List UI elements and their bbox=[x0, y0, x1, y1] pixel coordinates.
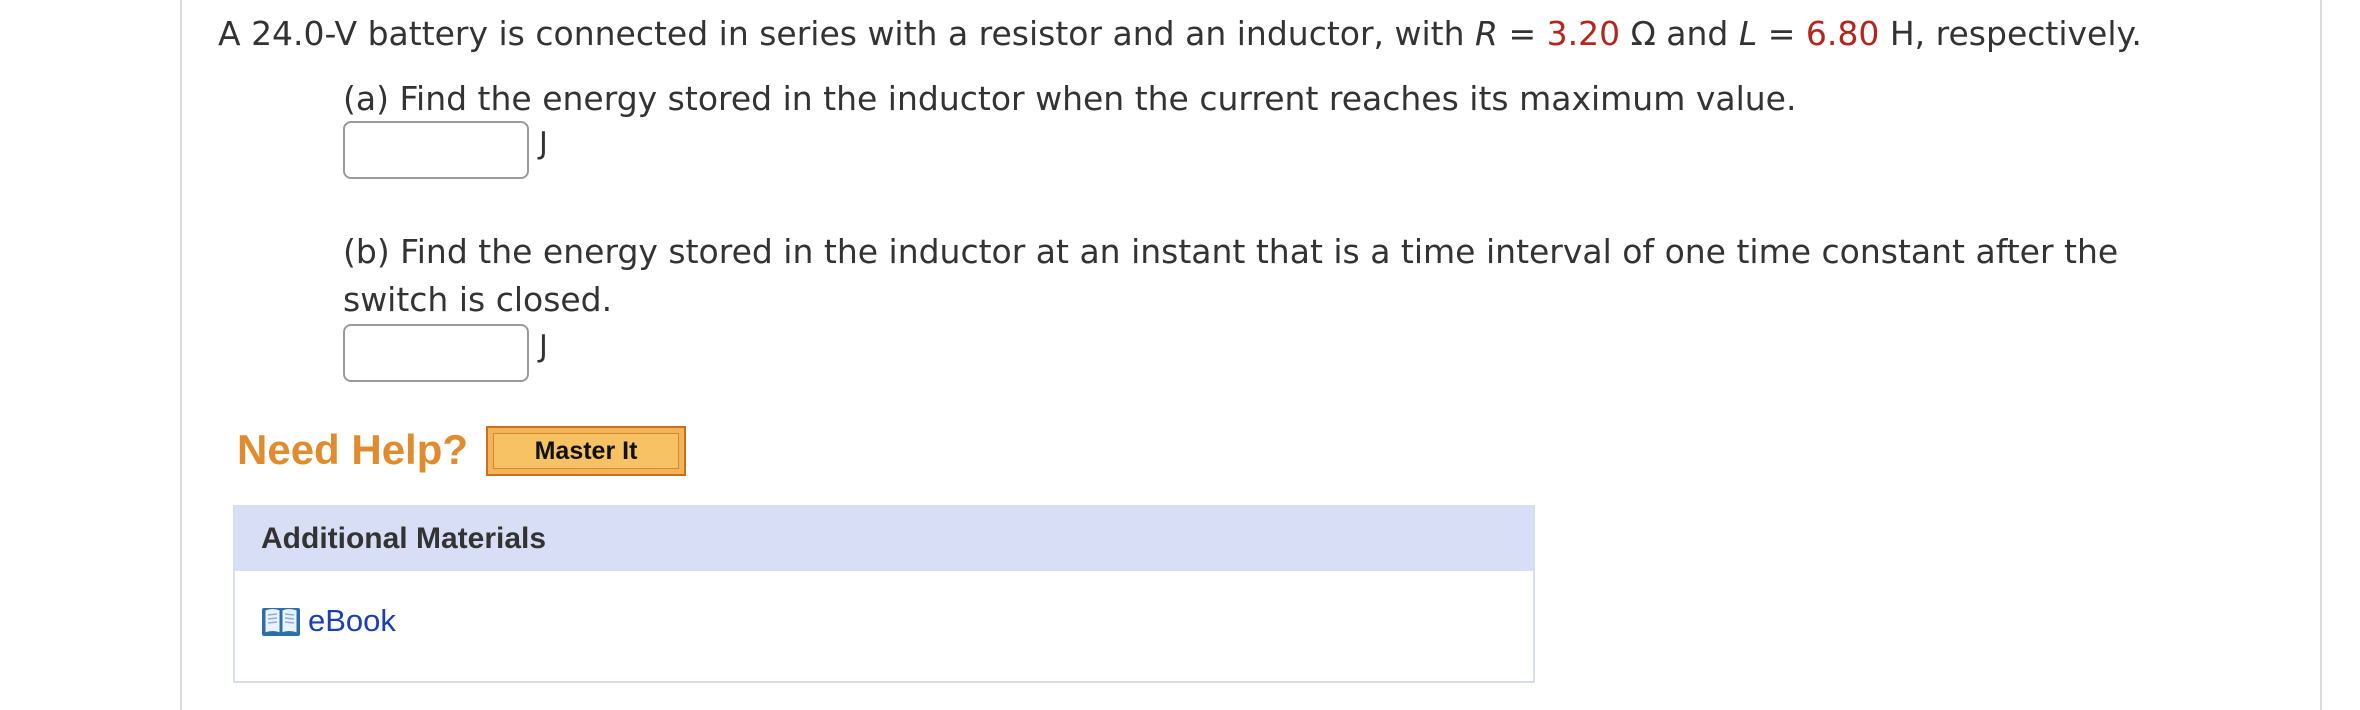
part-b-unit: J bbox=[539, 329, 548, 364]
part-a-answer-input[interactable] bbox=[343, 121, 529, 179]
ebook-label: eBook bbox=[308, 603, 396, 638]
master-it-button[interactable]: Master It bbox=[486, 426, 686, 476]
part-a-question: (a) Find the energy stored in the induct… bbox=[343, 79, 1797, 118]
equals-sign: = bbox=[1757, 14, 1806, 53]
master-it-label: Master It bbox=[493, 433, 679, 469]
part-b-answer-row: J bbox=[343, 324, 548, 384]
inductance-variable: L bbox=[1738, 14, 1758, 53]
additional-materials-panel: Additional Materials eBook bbox=[233, 505, 1535, 683]
ebook-link[interactable]: eBook bbox=[261, 603, 396, 639]
equals-sign: = bbox=[1497, 14, 1547, 53]
problem-intro: A 24.0-V battery is connected in series … bbox=[218, 14, 1476, 53]
inductance-value: 6.80 bbox=[1805, 14, 1880, 53]
problem-statement: A 24.0-V battery is connected in series … bbox=[218, 12, 2142, 56]
resistance-variable: R bbox=[1475, 14, 1498, 53]
part-b-answer-input[interactable] bbox=[343, 324, 529, 382]
additional-materials-title: Additional Materials bbox=[235, 507, 1533, 571]
resistance-unit: Ω and bbox=[1620, 14, 1739, 53]
inductance-unit: H, respectively. bbox=[1879, 14, 2142, 53]
part-a-answer-row: J bbox=[343, 121, 548, 181]
book-icon bbox=[262, 608, 300, 636]
resistance-value: 3.20 bbox=[1546, 14, 1621, 53]
part-b-question: (b) Find the energy stored in the induct… bbox=[343, 232, 2119, 319]
need-help-label: Need Help? bbox=[237, 426, 469, 473]
part-a-unit: J bbox=[539, 126, 548, 161]
